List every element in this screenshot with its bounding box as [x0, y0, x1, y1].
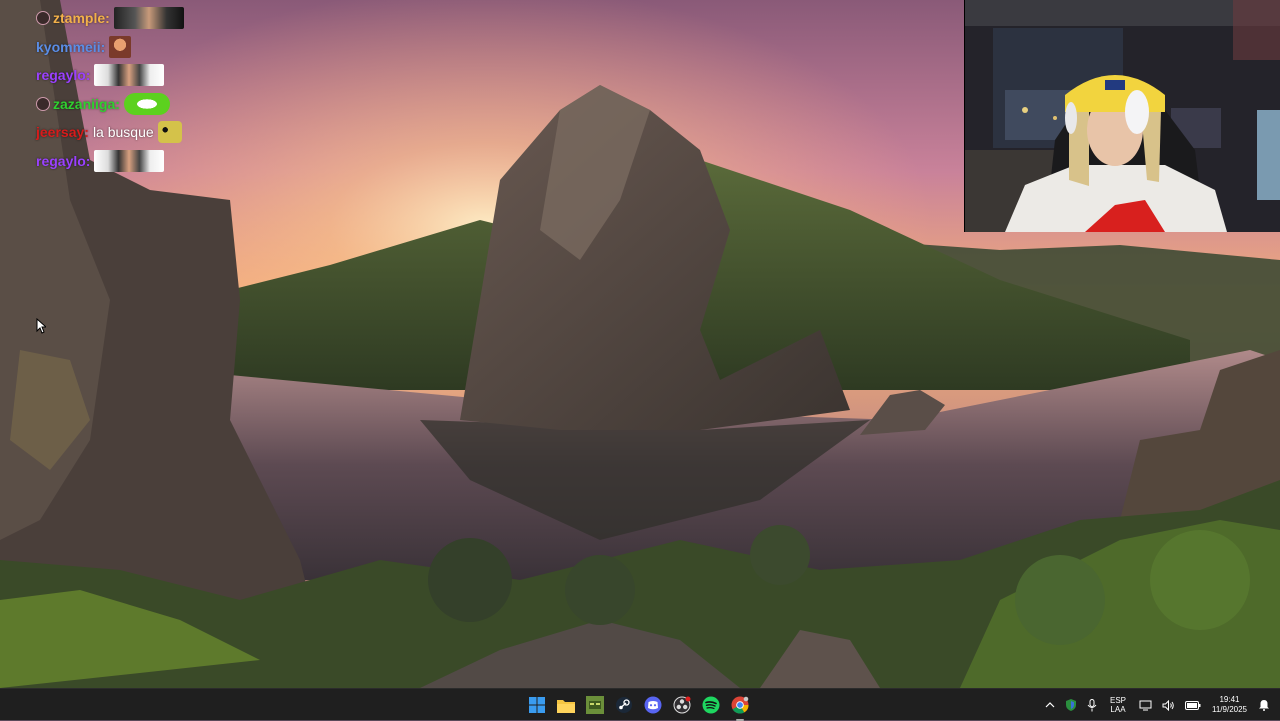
webcam-overlay: [964, 0, 1280, 232]
chat-username: kyommeii:: [36, 38, 106, 55]
language-code: ESP: [1109, 696, 1126, 705]
chat-message: jeersay: la busque: [36, 118, 336, 147]
chat-username: zazaniiga:: [53, 95, 120, 112]
system-clock[interactable]: 19:41 11/9/2025: [1212, 695, 1247, 715]
mouse-cursor-icon: [36, 317, 48, 339]
network-icon[interactable]: [1139, 700, 1152, 711]
emote-image: [157, 121, 182, 144]
emote-image: [94, 149, 165, 172]
chrome-icon[interactable]: [729, 694, 751, 721]
emote-image: [94, 64, 165, 87]
clock-date: 11/9/2025: [1212, 705, 1247, 714]
security-shield-icon[interactable]: [1065, 699, 1077, 711]
chat-username: regaylo:: [36, 67, 91, 84]
chat-message: regaylo:: [36, 147, 336, 176]
microphone-icon[interactable]: [1087, 698, 1097, 712]
steam-icon[interactable]: [613, 694, 635, 716]
emote-image: [113, 7, 184, 30]
minecraft-icon[interactable]: [584, 694, 606, 716]
clock-time: 19:41: [1219, 695, 1240, 704]
discord-icon[interactable]: [642, 694, 664, 716]
obs-icon[interactable]: [671, 694, 693, 716]
volume-icon[interactable]: [1162, 699, 1175, 711]
chat-overlay: ztample: kyommeii: regaylo: zazaniiga: j…: [36, 4, 336, 175]
chat-message: regaylo:: [36, 61, 336, 90]
battery-icon[interactable]: [1185, 700, 1201, 710]
chat-message: kyommeii:: [36, 33, 336, 62]
chat-text: la busque: [92, 124, 154, 141]
spotify-icon[interactable]: [700, 694, 722, 716]
chat-username: regaylo:: [36, 152, 91, 169]
chat-badge-icon: [36, 96, 50, 111]
taskbar-apps: [526, 689, 751, 721]
chat-badge-icon: [36, 11, 50, 26]
chat-message: zazaniiga:: [36, 90, 336, 119]
keyboard-layout: LAA: [1110, 705, 1126, 714]
system-tray: ESP LAA 19:41 11/9/2025: [1040, 689, 1280, 721]
language-indicator[interactable]: ESP LAA: [1110, 696, 1126, 714]
chevron-up-icon[interactable]: [1045, 701, 1055, 709]
taskbar: ESP LAA 19:41 11/9/2025: [0, 688, 1280, 721]
chat-username: jeersay:: [36, 124, 89, 141]
notifications-icon[interactable]: [1258, 699, 1270, 711]
emote-image: [123, 92, 170, 115]
file-explorer-icon[interactable]: [555, 694, 577, 716]
start-icon[interactable]: [526, 694, 548, 716]
chat-username: ztample:: [53, 10, 110, 27]
emote-image: [109, 35, 132, 58]
chat-message: ztample:: [36, 4, 336, 33]
